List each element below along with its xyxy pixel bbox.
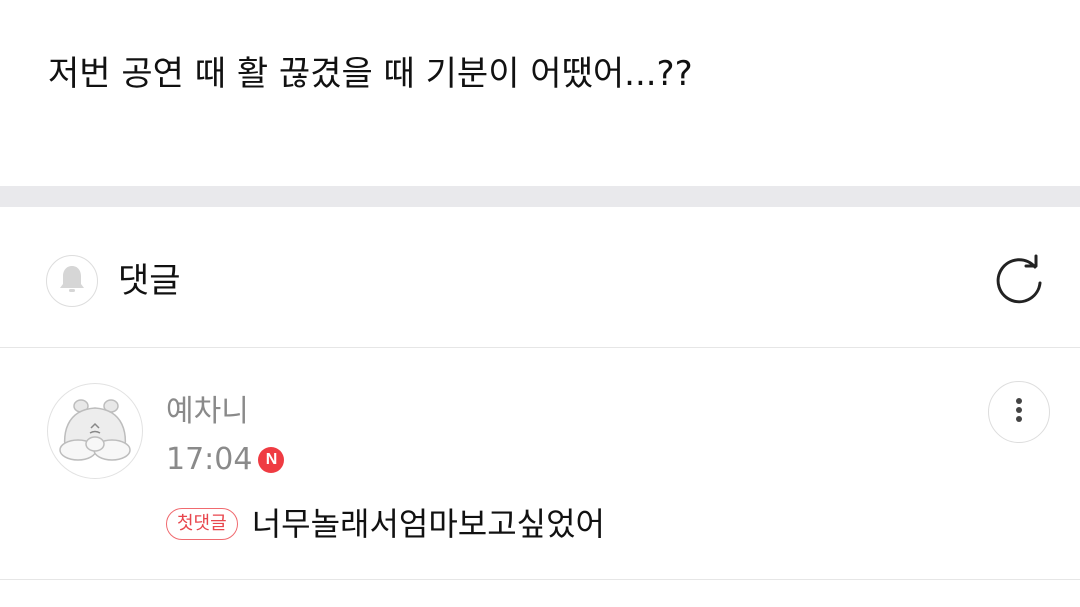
notification-bell-button[interactable] bbox=[46, 255, 98, 307]
comment-content: 첫댓글 너무놀래서엄마보고싶었어 bbox=[166, 502, 605, 546]
bell-icon bbox=[57, 263, 87, 299]
comment-meta: 17:04 N bbox=[166, 440, 285, 480]
comment-text: 너무놀래서엄마보고싶었어 bbox=[251, 505, 605, 543]
refresh-button[interactable] bbox=[990, 253, 1050, 313]
post-body: 저번 공연 때 활 끊겼을 때 기분이 어땠어...?? bbox=[0, 0, 1080, 186]
hamster-avatar-icon bbox=[48, 399, 142, 478]
comments-header: 댓글 bbox=[0, 207, 1080, 348]
first-comment-badge: 첫댓글 bbox=[166, 508, 238, 540]
more-vertical-icon bbox=[1015, 397, 1023, 427]
comment-item: 예차니 17:04 N 첫댓글 너무놀래서엄마보고싶었어 bbox=[0, 348, 1080, 580]
more-options-button[interactable] bbox=[988, 381, 1050, 443]
comment-time: 17:04 bbox=[166, 442, 253, 477]
refresh-icon bbox=[993, 254, 1047, 312]
new-badge: N bbox=[258, 447, 285, 473]
comments-title: 댓글 bbox=[118, 261, 181, 301]
section-divider bbox=[0, 186, 1080, 207]
avatar[interactable] bbox=[47, 383, 143, 479]
post-text: 저번 공연 때 활 끊겼을 때 기분이 어땠어...?? bbox=[48, 54, 693, 94]
comment-author[interactable]: 예차니 bbox=[166, 392, 249, 432]
